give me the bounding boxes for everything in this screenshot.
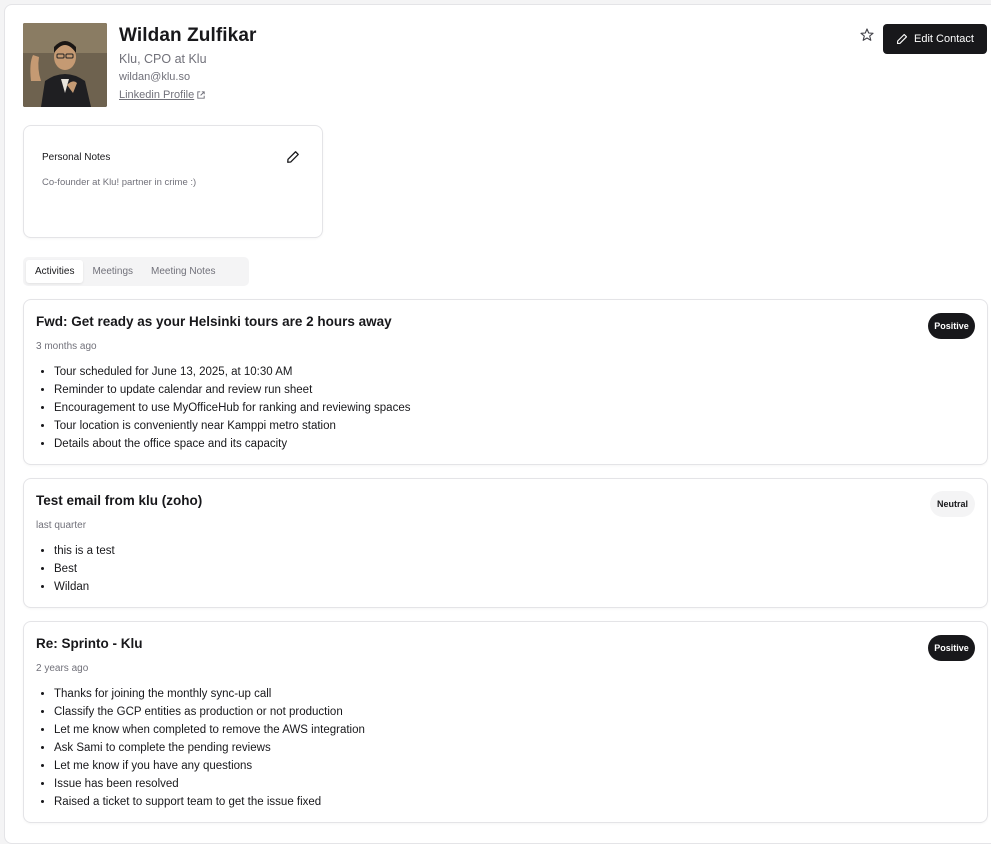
- list-item: Issue has been resolved: [54, 775, 365, 793]
- pencil-icon[interactable]: [286, 150, 300, 164]
- personal-notes-card: Personal Notes Co-founder at Klu! partne…: [23, 125, 323, 238]
- activity-summary-list: this is a test Best Wildan: [54, 542, 115, 596]
- list-item: Ask Sami to complete the pending reviews: [54, 739, 365, 757]
- activity-card[interactable]: Test email from klu (zoho) last quarter …: [23, 478, 988, 608]
- list-item: Tour location is conveniently near Kampp…: [54, 417, 410, 435]
- activity-time: last quarter: [36, 520, 87, 531]
- list-item: Thanks for joining the monthly sync-up c…: [54, 685, 365, 703]
- contact-info: Wildan Zulfikar Klu, CPO at Klu wildan@k…: [119, 23, 257, 107]
- list-item: Details about the office space and its c…: [54, 435, 410, 453]
- linkedin-profile-link[interactable]: Linkedin Profile: [119, 89, 205, 101]
- tab-meetings[interactable]: Meetings: [83, 260, 142, 283]
- contact-header: Wildan Zulfikar Klu, CPO at Klu wildan@k…: [23, 23, 257, 107]
- list-item: Classify the GCP entities as production …: [54, 703, 365, 721]
- list-item: Best: [54, 560, 115, 578]
- avatar-photo: [23, 23, 107, 107]
- activity-time: 2 years ago: [36, 663, 89, 674]
- activity-card[interactable]: Re: Sprinto - Klu 2 years ago Positive T…: [23, 621, 988, 823]
- contact-email: wildan@klu.so: [119, 71, 191, 83]
- linkedin-profile-label: Linkedin Profile: [119, 89, 195, 101]
- edit-contact-label: Edit Contact: [914, 33, 974, 45]
- star-icon[interactable]: [859, 27, 875, 43]
- list-item: Let me know when completed to remove the…: [54, 721, 365, 739]
- activity-time: 3 months ago: [36, 341, 97, 352]
- list-item: Reminder to update calendar and review r…: [54, 381, 410, 399]
- tab-activities[interactable]: Activities: [26, 260, 84, 283]
- contact-detail-panel: Wildan Zulfikar Klu, CPO at Klu wildan@k…: [4, 4, 991, 844]
- pencil-icon: [896, 33, 908, 45]
- list-item: Wildan: [54, 578, 115, 596]
- contact-role: Klu, CPO at Klu: [119, 52, 207, 66]
- contact-name: Wildan Zulfikar: [119, 25, 257, 46]
- list-item: this is a test: [54, 542, 115, 560]
- activity-title: Fwd: Get ready as your Helsinki tours ar…: [36, 314, 392, 329]
- avatar: [23, 23, 107, 107]
- list-item: Encouragement to use MyOfficeHub for ran…: [54, 399, 410, 417]
- personal-notes-body: Co-founder at Klu! partner in crime :): [42, 177, 197, 188]
- activity-summary-list: Tour scheduled for June 13, 2025, at 10:…: [54, 363, 410, 453]
- activity-tabs: Activities Meetings Meeting Notes: [23, 257, 249, 286]
- sentiment-badge: Neutral: [930, 491, 975, 517]
- sentiment-badge: Positive: [928, 635, 975, 661]
- list-item: Let me know if you have any questions: [54, 757, 365, 775]
- external-link-icon: [197, 91, 205, 99]
- sentiment-badge: Positive: [928, 313, 975, 339]
- activity-summary-list: Thanks for joining the monthly sync-up c…: [54, 685, 365, 811]
- edit-contact-button[interactable]: Edit Contact: [883, 24, 987, 54]
- activity-card[interactable]: Fwd: Get ready as your Helsinki tours ar…: [23, 299, 988, 465]
- list-item: Raised a ticket to support team to get t…: [54, 793, 365, 811]
- tab-meeting-notes[interactable]: Meeting Notes: [142, 260, 224, 283]
- list-item: Tour scheduled for June 13, 2025, at 10:…: [54, 363, 410, 381]
- activity-title: Re: Sprinto - Klu: [36, 636, 143, 651]
- activity-title: Test email from klu (zoho): [36, 493, 203, 508]
- personal-notes-title: Personal Notes: [42, 152, 111, 163]
